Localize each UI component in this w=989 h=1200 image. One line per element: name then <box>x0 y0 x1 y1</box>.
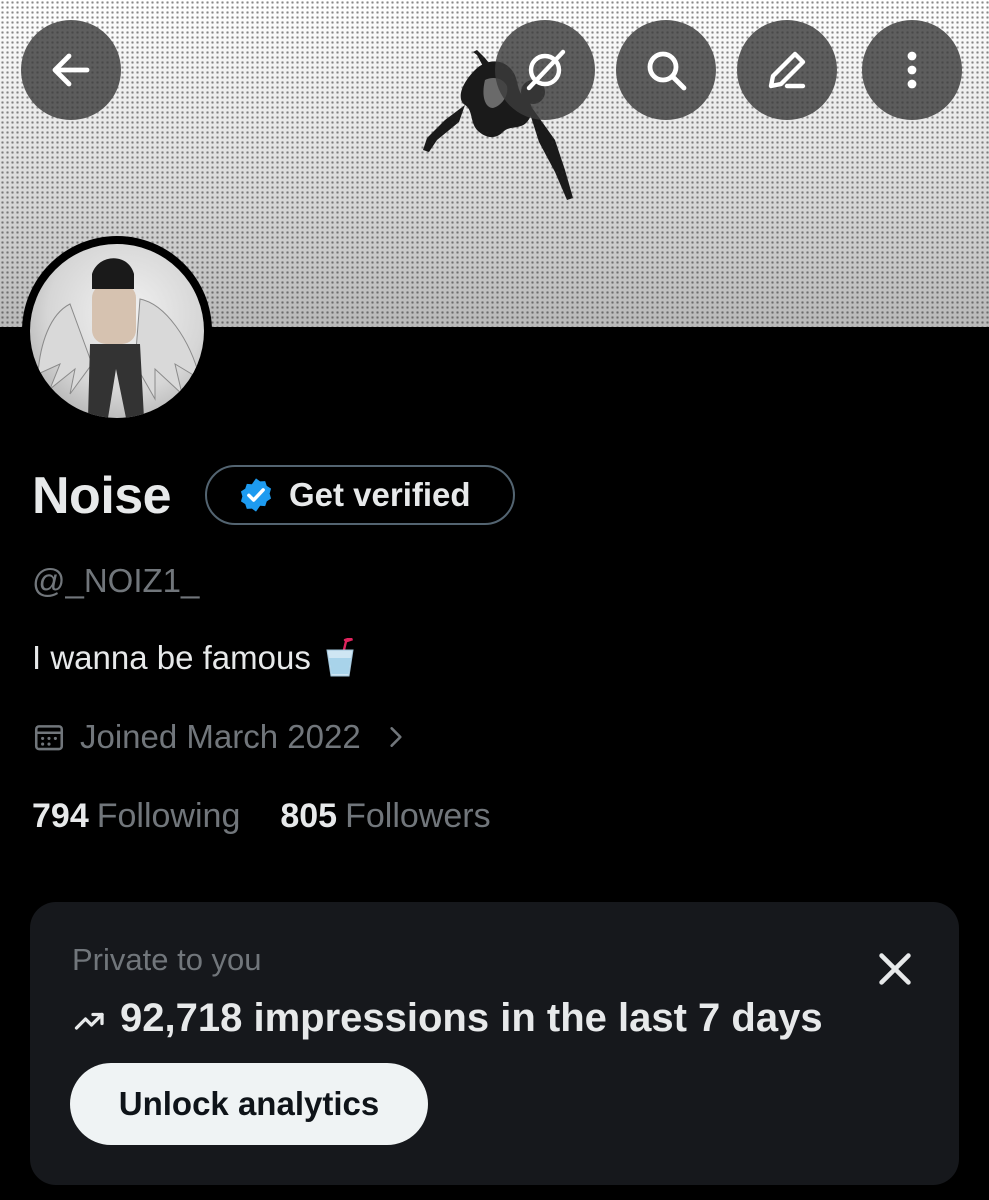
joined-date-row[interactable]: Joined March 2022 <box>32 718 409 756</box>
more-options-button[interactable] <box>862 20 962 120</box>
close-icon[interactable] <box>872 946 918 992</box>
profile-bio: I wanna be famous <box>32 638 357 678</box>
following-link[interactable]: 794 Following <box>32 797 240 836</box>
cup-with-straw-emoji <box>326 638 354 677</box>
edit-profile-button[interactable] <box>737 20 837 120</box>
get-verified-label: Get verified <box>289 476 471 513</box>
profile-avatar[interactable] <box>22 236 212 426</box>
verified-badge-icon <box>240 478 272 512</box>
chevron-right-icon <box>390 727 402 747</box>
search-icon <box>647 51 687 91</box>
analytics-card: Private to you 92,718 impressions in the… <box>30 902 959 1185</box>
private-label: Private to you <box>72 942 262 977</box>
followers-count: 805 <box>280 797 338 835</box>
followers-link[interactable]: 805 Followers <box>280 797 490 836</box>
impressions-text: 92,718 impressions in the last 7 days <box>120 996 823 1040</box>
bio-text: I wanna be famous <box>32 639 311 676</box>
followers-label: Followers <box>345 797 491 835</box>
profile-name: Noise <box>32 467 172 525</box>
back-button[interactable] <box>21 20 121 120</box>
profile-handle: @_NOIZ1_ <box>32 562 200 599</box>
follow-stats: 794 Following 805 Followers <box>32 797 491 836</box>
calendar-icon <box>34 725 64 751</box>
more-vertical-icon <box>907 51 917 89</box>
get-verified-button[interactable]: Get verified <box>205 465 515 525</box>
trending-up-icon <box>74 1012 104 1030</box>
back-arrow-icon <box>52 53 90 87</box>
search-button[interactable] <box>616 20 716 120</box>
unlock-analytics-button[interactable]: Unlock analytics <box>70 1063 428 1145</box>
joined-text: Joined March 2022 <box>80 718 361 755</box>
following-count: 794 <box>32 797 89 835</box>
grok-button[interactable] <box>495 20 595 120</box>
impressions-line: 92,718 impressions in the last 7 days <box>72 996 823 1041</box>
edit-icon <box>768 51 806 89</box>
grok-icon <box>526 49 566 91</box>
following-label: Following <box>96 797 241 835</box>
avatar-image <box>30 244 204 418</box>
